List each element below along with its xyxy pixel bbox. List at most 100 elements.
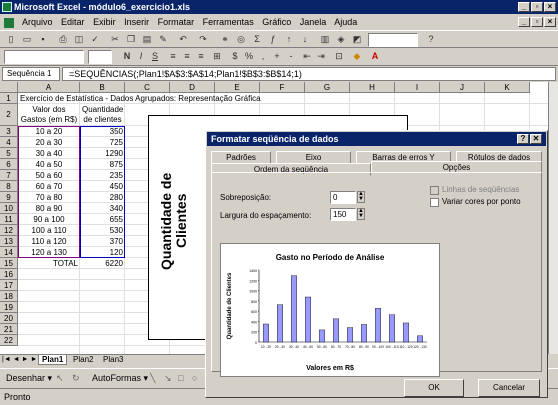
column-header-F[interactable]: F bbox=[260, 82, 305, 93]
column-header-K[interactable]: K bbox=[485, 82, 530, 93]
gap-width-input[interactable]: 150 bbox=[330, 208, 356, 221]
column-header-H[interactable]: H bbox=[350, 82, 395, 93]
redo-icon[interactable]: ↷ bbox=[196, 33, 210, 46]
minimize-icon[interactable]: _ bbox=[518, 2, 530, 12]
oval-icon[interactable]: ○ bbox=[192, 373, 197, 383]
italic-icon[interactable]: I bbox=[134, 50, 148, 63]
vary-colors-checkbox[interactable] bbox=[430, 198, 439, 207]
doc-restore-icon[interactable]: ▫ bbox=[531, 17, 543, 27]
help-icon[interactable]: ? bbox=[424, 33, 438, 46]
gap-spin-icon[interactable]: ▲ ▼ bbox=[357, 208, 365, 220]
align-right-icon[interactable]: ≡ bbox=[194, 50, 208, 63]
cancel-button[interactable]: Cancelar bbox=[478, 379, 540, 397]
spelling-icon[interactable]: ✓ bbox=[88, 33, 102, 46]
row-header-11[interactable]: 11 bbox=[0, 214, 18, 225]
currency-icon[interactable]: $ bbox=[228, 50, 242, 63]
column-header-J[interactable]: J bbox=[440, 82, 485, 93]
row-header-21[interactable]: 21 bbox=[0, 324, 18, 335]
total-value-cell[interactable]: 6220 bbox=[82, 259, 123, 269]
row-header-4[interactable]: 4 bbox=[0, 137, 18, 148]
doc-minimize-icon[interactable]: _ bbox=[518, 17, 530, 27]
doc-close-icon[interactable]: × bbox=[544, 17, 556, 27]
align-center-icon[interactable]: ≡ bbox=[180, 50, 194, 63]
ok-button[interactable]: OK bbox=[404, 379, 464, 397]
row-header-9[interactable]: 9 bbox=[0, 192, 18, 203]
menu-grafico[interactable]: Gráfico bbox=[262, 17, 291, 27]
cut-icon[interactable]: ✂ bbox=[108, 33, 122, 46]
dialog-close-icon[interactable]: ✕ bbox=[530, 134, 542, 144]
tab-plan2[interactable]: Plan2 bbox=[70, 355, 96, 364]
undo-icon[interactable]: ↶ bbox=[176, 33, 190, 46]
font-combo[interactable] bbox=[4, 50, 84, 64]
tab-plan1[interactable]: Plan1 bbox=[38, 355, 68, 365]
header-gastos-cell[interactable]: Gastos (em R$) bbox=[19, 115, 79, 125]
menu-janela[interactable]: Janela bbox=[300, 17, 327, 27]
row-header-19[interactable]: 19 bbox=[0, 302, 18, 313]
overlap-input[interactable]: 0 bbox=[330, 191, 356, 204]
column-header-B[interactable]: B bbox=[80, 82, 125, 93]
decrease-decimal-icon[interactable]: - bbox=[284, 50, 298, 63]
row-header-2[interactable]: 2 bbox=[0, 104, 18, 126]
menu-formatar[interactable]: Formatar bbox=[158, 17, 195, 27]
drawing-icon[interactable]: ◩ bbox=[350, 33, 364, 46]
row-header-14[interactable]: 14 bbox=[0, 247, 18, 258]
align-left-icon[interactable]: ≡ bbox=[166, 50, 180, 63]
merge-icon[interactable]: ⊞ bbox=[210, 50, 224, 63]
indent-icon[interactable]: ⇥ bbox=[314, 50, 328, 63]
function-icon[interactable]: ƒ bbox=[266, 33, 280, 46]
tab-scroll-icon[interactable]: |◄ ◄ ► ►| bbox=[2, 356, 39, 363]
header-quantidade-cell[interactable]: Quantidade bbox=[82, 105, 123, 115]
overlap-spin-icon[interactable]: ▲ ▼ bbox=[357, 191, 365, 203]
column-header-C[interactable]: C bbox=[125, 82, 170, 93]
header-valor-cell[interactable]: Valor dos bbox=[20, 105, 78, 115]
row-header-15[interactable]: 15 bbox=[0, 258, 18, 269]
menu-arquivo[interactable]: Arquivo bbox=[22, 17, 53, 27]
column-header-G[interactable]: G bbox=[305, 82, 350, 93]
menu-inserir[interactable]: Inserir bbox=[124, 17, 149, 27]
format-painter-icon[interactable]: ✎ bbox=[156, 33, 170, 46]
web-toolbar-icon[interactable]: ◎ bbox=[234, 33, 248, 46]
hyperlink-icon[interactable]: ⚭ bbox=[218, 33, 232, 46]
font-color-icon[interactable]: A bbox=[368, 50, 382, 63]
fill-color-icon[interactable]: ◆ bbox=[350, 50, 364, 63]
percent-icon[interactable]: % bbox=[242, 50, 256, 63]
new-icon[interactable]: ▯ bbox=[4, 33, 18, 46]
menu-exibir[interactable]: Exibir bbox=[93, 17, 116, 27]
row-header-17[interactable]: 17 bbox=[0, 280, 18, 291]
vertical-scrollbar[interactable] bbox=[548, 82, 558, 354]
select-objects-icon[interactable]: ↖ bbox=[56, 373, 64, 384]
save-icon[interactable]: ▪ bbox=[36, 33, 50, 46]
bold-icon[interactable]: N bbox=[120, 50, 134, 63]
sort-desc-icon[interactable]: ↓ bbox=[298, 33, 312, 46]
row-header-1[interactable]: 1 bbox=[0, 93, 18, 104]
row-header-12[interactable]: 12 bbox=[0, 225, 18, 236]
font-size-combo[interactable] bbox=[88, 50, 112, 64]
series-lines-checkbox[interactable] bbox=[430, 186, 439, 195]
preview-icon[interactable]: ◫ bbox=[72, 33, 86, 46]
select-all[interactable] bbox=[0, 82, 18, 93]
borders-icon[interactable]: ⊡ bbox=[332, 50, 346, 63]
total-label-cell[interactable]: TOTAL bbox=[20, 259, 78, 269]
underline-icon[interactable]: S bbox=[148, 50, 162, 63]
draw-menu[interactable]: Desenhar ▾ bbox=[6, 373, 52, 384]
map-icon[interactable]: ◈ bbox=[334, 33, 348, 46]
copy-icon[interactable]: ❐ bbox=[124, 33, 138, 46]
rectangle-icon[interactable]: □ bbox=[178, 373, 183, 383]
row-header-6[interactable]: 6 bbox=[0, 159, 18, 170]
column-header-D[interactable]: D bbox=[170, 82, 215, 93]
dialog-help-icon[interactable]: ? bbox=[517, 134, 529, 144]
print-icon[interactable]: ⎙ bbox=[56, 33, 70, 46]
tab-plan3[interactable]: Plan3 bbox=[100, 355, 126, 364]
open-icon[interactable]: ▭ bbox=[20, 33, 34, 46]
zoom-combo[interactable] bbox=[368, 33, 418, 47]
row-header-16[interactable]: 16 bbox=[0, 269, 18, 280]
increase-decimal-icon[interactable]: + bbox=[270, 50, 284, 63]
row-header-10[interactable]: 10 bbox=[0, 203, 18, 214]
column-header-E[interactable]: E bbox=[215, 82, 260, 93]
row-header-7[interactable]: 7 bbox=[0, 170, 18, 181]
column-header-I[interactable]: I bbox=[395, 82, 440, 93]
header-clientes-cell[interactable]: de clientes bbox=[81, 115, 124, 125]
row-header-13[interactable]: 13 bbox=[0, 236, 18, 247]
line-icon[interactable]: ╲ bbox=[150, 373, 155, 384]
sort-asc-icon[interactable]: ↑ bbox=[282, 33, 296, 46]
